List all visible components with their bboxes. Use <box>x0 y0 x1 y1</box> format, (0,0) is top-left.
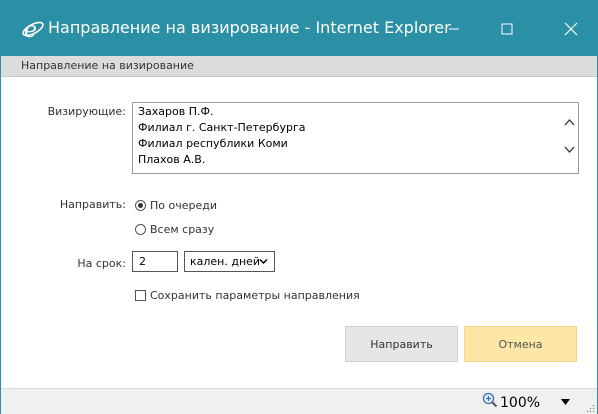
zoom-level[interactable]: 100% <box>500 395 540 411</box>
list-item[interactable]: Филиал г. Санкт-Петербурга <box>133 120 578 136</box>
term-unit-select[interactable]: кален. дней <box>184 251 275 272</box>
cancel-button[interactable]: Отмена <box>464 326 577 362</box>
save-params-label: Сохранить параметры направления <box>150 289 360 302</box>
term-unit-value: кален. дней <box>190 255 261 268</box>
maximize-button[interactable] <box>484 1 530 56</box>
radio-button[interactable] <box>135 223 146 235</box>
approvers-label: Визирующие: <box>47 105 126 118</box>
save-params-checkbox[interactable] <box>135 290 146 301</box>
send-button[interactable]: Направить <box>345 326 458 362</box>
close-icon <box>564 22 578 35</box>
dialog-header: Направление на визирование <box>1 56 597 77</box>
window-title: Направление на визирование - Internet Ex… <box>48 18 451 37</box>
zoom-in-icon[interactable] <box>482 392 498 408</box>
chevron-down-icon[interactable] <box>564 144 575 155</box>
internet-explorer-icon: e <box>22 18 44 40</box>
dialog-header-title: Направление на визирование <box>21 59 194 72</box>
save-params-checkbox-row[interactable]: Сохранить параметры направления <box>135 289 360 302</box>
list-item[interactable]: Захаров П.Ф. <box>133 104 578 120</box>
caret-down-icon[interactable] <box>561 399 570 405</box>
list-item[interactable]: Филиал республики Коми <box>133 136 578 152</box>
radio-in-turn[interactable]: По очереди <box>135 198 217 212</box>
radio-in-turn-label: По очереди <box>150 198 217 212</box>
minimize-icon <box>449 28 459 29</box>
title-bar: e Направление на визирование - Internet … <box>1 1 597 56</box>
send-mode-label: Направить: <box>59 198 126 211</box>
dialog-window: e Направление на визирование - Internet … <box>0 0 598 414</box>
list-item[interactable]: Плахов А.В. <box>133 152 578 168</box>
maximize-icon <box>501 23 513 34</box>
approvers-listbox[interactable]: Захаров П.Ф. Филиал г. Санкт-Петербурга … <box>132 102 579 174</box>
resize-grip-icon[interactable] <box>586 404 595 413</box>
term-label: На срок: <box>77 257 126 270</box>
term-days-input[interactable] <box>132 251 178 272</box>
radio-all-at-once[interactable]: Всем сразу <box>135 222 214 236</box>
radio-all-at-once-label: Всем сразу <box>150 222 215 236</box>
chevron-down-icon <box>259 258 268 265</box>
chevron-up-icon[interactable] <box>564 117 575 128</box>
listbox-scrollbar[interactable] <box>561 103 578 173</box>
radio-button-checked[interactable] <box>135 199 146 211</box>
close-button[interactable] <box>548 1 594 56</box>
status-bar: 100% <box>1 388 597 414</box>
minimize-button[interactable] <box>431 1 477 56</box>
